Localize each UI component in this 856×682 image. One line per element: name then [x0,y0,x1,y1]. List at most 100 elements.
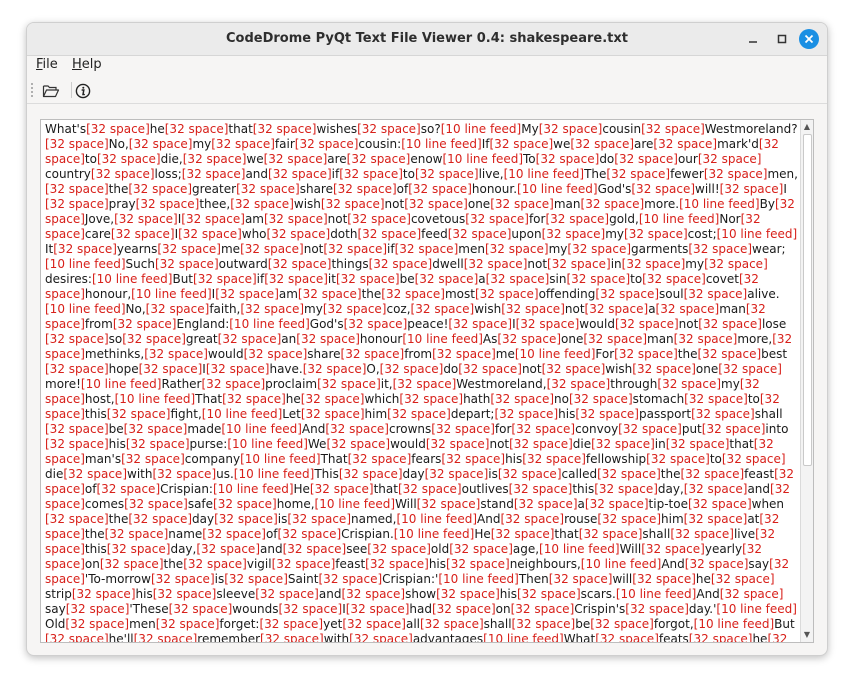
space-marker: [32 space] [349,632,413,643]
space-marker: [32 space] [719,182,784,196]
space-marker: [32 space] [213,497,277,511]
space-marker: [32 space] [618,422,682,436]
space-marker: [32 space] [509,437,573,451]
space-marker: [32 space] [181,212,245,226]
space-marker: [32 space] [718,362,782,376]
line-feed-marker: [10 line feed] [396,512,477,526]
line-feed-marker: [10 line feed] [442,152,524,166]
space-marker: [32 space] [641,122,705,136]
line-feed-marker: [10 line feed] [483,632,564,643]
line-feed-marker: [10 line feed] [517,182,598,196]
space-marker: [32 space] [594,482,658,496]
space-marker: [32 space] [267,257,332,271]
space-marker: [32 space] [63,467,127,481]
menu-help[interactable]: Help [72,57,102,72]
space-marker: [32 space] [236,182,300,196]
space-marker: [32 space] [266,227,331,241]
minimize-button[interactable] [743,29,763,49]
space-marker: [32 space] [683,287,748,301]
maximize-button[interactable] [772,29,792,49]
space-marker: [32 space] [297,287,362,301]
space-marker: [32 space] [154,257,219,271]
space-marker: [32 space] [688,632,753,643]
space-marker: [32 space] [490,392,555,406]
space-marker: [32 space] [399,392,464,406]
space-marker: [32 space] [138,362,203,376]
space-marker: [32 space] [591,437,655,451]
space-marker: [32 space] [489,137,554,151]
space-marker: [32 space] [110,227,175,241]
menu-file[interactable]: File [36,57,58,72]
space-marker: [32 space] [547,257,611,271]
space-marker: [32 space] [621,257,686,271]
space-marker: [32 space] [701,422,766,436]
close-button[interactable] [799,29,819,49]
title-bar[interactable]: CodeDrome PyQt Text File Viewer 0.4: sha… [27,23,827,56]
space-marker: [32 space] [474,287,539,301]
space-marker: [32 space] [90,167,155,181]
open-file-button[interactable] [41,81,61,101]
space-marker: [32 space] [545,212,610,226]
text-view[interactable]: What's[32 space]he[32 space]that[32 spac… [40,119,814,643]
space-marker: [32 space] [326,437,391,451]
space-marker: [32 space] [193,272,257,286]
space-marker: [32 space] [501,302,565,316]
space-marker: [32 space] [152,587,217,601]
space-marker: [32 space] [432,347,496,361]
line-feed-marker: [10 line feed] [393,527,475,541]
space-marker: [32 space] [45,182,109,196]
space-marker: [32 space] [347,452,412,466]
space-marker: [32 space] [688,242,753,256]
toolbar-grip[interactable] [31,83,35,97]
space-marker: [32 space] [653,137,718,151]
line-feed-marker: [10 line feed] [80,377,162,391]
space-marker: [32 space] [670,527,734,541]
space-marker: [32 space] [578,527,643,541]
space-marker: [32 space] [614,317,679,331]
space-marker: [32 space] [145,302,210,316]
space-marker: [32 space] [340,347,405,361]
space-marker: [32 space] [595,287,660,301]
space-marker: [32 space] [122,332,186,346]
line-feed-marker: [10 line feed] [615,587,697,601]
space-marker: [32 space] [133,632,198,643]
space-marker: [32 space] [425,437,490,451]
line-feed-marker: [10 line feed] [131,287,212,301]
space-marker: [32 space] [263,152,328,166]
space-marker: [32 space] [484,242,549,256]
space-marker: [32 space] [541,362,606,376]
line-feed-marker: [10 line feed] [716,602,797,616]
space-marker: [32 space] [318,572,383,586]
about-button[interactable] [73,81,93,101]
line-feed-marker: [10 line feed] [693,617,775,631]
space-marker: [32 space] [431,422,495,436]
space-marker: [32 space] [546,377,611,391]
space-marker: [32 space] [614,347,678,361]
scroll-down-icon[interactable]: ▼ [803,631,811,639]
space-marker: [32 space] [99,557,164,571]
minimize-icon [749,41,757,43]
scrollbar-thumb[interactable] [803,134,812,466]
vertical-scrollbar[interactable]: ▲ ▼ [800,120,813,642]
line-feed-marker: [10 line feed] [401,137,482,151]
text-content[interactable]: What's[32 space]he[32 space]that[32 spac… [45,122,799,643]
space-marker: [32 space] [500,512,565,526]
scroll-up-icon[interactable]: ▲ [803,123,811,131]
space-marker: [32 space] [436,587,500,601]
line-feed-marker: [10 line feed] [716,227,798,241]
space-marker: [32 space] [497,467,562,481]
menu-bar: File Help [27,56,827,76]
space-marker: [32 space] [566,272,631,286]
space-marker: [32 space] [339,167,403,181]
toolbar [27,77,827,104]
line-feed-marker: [10 line feed] [233,467,315,481]
space-marker: [32 space] [513,497,578,511]
space-marker: [32 space] [123,422,188,436]
space-marker: [32 space] [698,317,762,331]
space-marker: [32 space] [379,362,444,376]
space-marker: [32 space] [332,182,397,196]
space-marker: [32 space] [614,152,678,166]
space-marker: [32 space] [45,332,109,346]
space-marker: [32 space] [255,587,319,601]
space-marker: [32 space] [538,122,603,136]
